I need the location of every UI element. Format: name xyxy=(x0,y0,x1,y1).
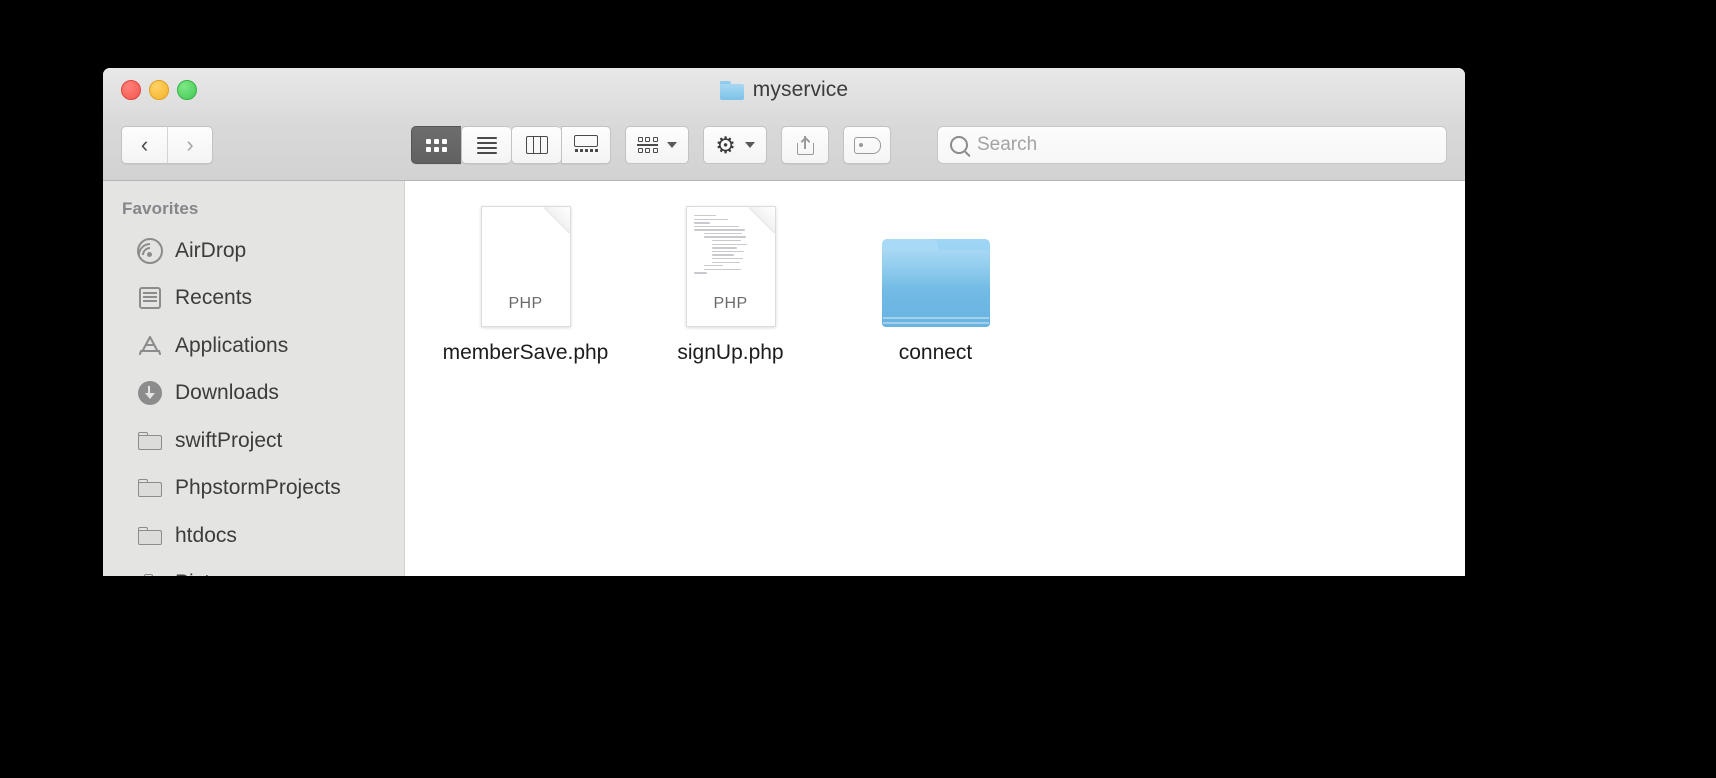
sidebar-item-downloads[interactable]: Downloads xyxy=(103,370,404,418)
sidebar-item-recents[interactable]: Recents xyxy=(103,275,404,323)
sidebar-item-pictures[interactable]: Pictures xyxy=(103,560,404,576)
share-button[interactable] xyxy=(781,126,829,164)
sidebar-item-label: htdocs xyxy=(175,523,237,547)
folder-icon xyxy=(137,475,163,501)
icon-view-button[interactable] xyxy=(411,126,461,164)
search-placeholder: Search xyxy=(977,134,1038,155)
list-view-button[interactable] xyxy=(461,126,511,164)
sidebar-item-swiftproject[interactable]: swiftProject xyxy=(103,417,404,465)
sidebar-item-label: Recents xyxy=(175,286,253,310)
columns-icon xyxy=(525,136,548,154)
back-button[interactable]: ‹ xyxy=(121,126,167,164)
navigation-buttons: ‹ › xyxy=(121,126,213,164)
gallery-view-button[interactable] xyxy=(561,126,611,164)
folder-item[interactable]: connect xyxy=(833,199,1038,365)
window-title-area: myservice xyxy=(103,78,1465,102)
search-icon xyxy=(950,136,968,154)
sidebar-item-applications[interactable]: Applications xyxy=(103,322,404,370)
gallery-icon xyxy=(574,135,598,155)
forward-button[interactable]: › xyxy=(167,126,213,164)
sidebar: Favorites AirDrop Recents Applications D… xyxy=(103,181,405,576)
folder-icon xyxy=(137,428,163,454)
sidebar-item-label: PhpstormProjects xyxy=(175,476,341,500)
file-icon-slot: PHP xyxy=(685,199,776,327)
toolbar: ‹ › ⚙ Search xyxy=(103,116,1465,174)
window-title: myservice xyxy=(752,78,849,101)
downloads-icon xyxy=(137,380,163,406)
sidebar-item-phpstormprojects[interactable]: PhpstormProjects xyxy=(103,465,404,513)
folder-icon xyxy=(881,239,990,327)
sidebar-item-airdrop[interactable]: AirDrop xyxy=(103,227,404,275)
icon-grid: PHP memberSave.php PHP signUp.php connec… xyxy=(405,199,1465,365)
share-icon xyxy=(796,135,814,155)
pictures-camera-icon xyxy=(137,570,163,576)
tag-icon xyxy=(853,136,881,154)
php-document-icon: PHP xyxy=(480,206,571,327)
traffic-lights xyxy=(121,80,197,100)
file-icon-slot: PHP xyxy=(480,199,571,327)
folder-icon xyxy=(137,523,163,549)
view-mode-buttons xyxy=(411,126,611,164)
grid-icon xyxy=(426,138,447,152)
tag-button[interactable] xyxy=(843,126,891,164)
file-name-label: signUp.php xyxy=(677,341,784,364)
action-button[interactable]: ⚙ xyxy=(703,126,767,164)
search-field[interactable]: Search xyxy=(937,126,1447,164)
file-kind-label: PHP xyxy=(713,295,748,312)
recents-icon xyxy=(137,285,163,311)
sidebar-item-label: AirDrop xyxy=(175,238,247,262)
file-browser-content[interactable]: PHP memberSave.php PHP signUp.php connec… xyxy=(405,181,1465,576)
arrange-grid-icon xyxy=(637,137,658,153)
folder-icon xyxy=(719,80,744,100)
file-item[interactable]: PHP signUp.php xyxy=(628,199,833,365)
arrange-button[interactable] xyxy=(625,126,689,164)
chevron-left-icon: ‹ xyxy=(140,132,149,157)
finder-window: myservice ‹ › ⚙ Search Favorites AirDrop… xyxy=(103,68,1465,576)
window-titlebar: myservice ‹ › ⚙ Search xyxy=(103,68,1465,181)
airdrop-icon xyxy=(133,237,167,272)
file-item[interactable]: PHP memberSave.php xyxy=(423,199,628,365)
applications-icon xyxy=(137,333,163,359)
sidebar-item-label: Downloads xyxy=(175,381,279,405)
php-document-icon: PHP xyxy=(685,206,776,327)
close-button[interactable] xyxy=(121,80,141,100)
list-icon xyxy=(476,136,497,154)
minimize-button[interactable] xyxy=(149,80,169,100)
column-view-button[interactable] xyxy=(511,126,561,164)
chevron-down-icon xyxy=(667,142,677,148)
file-name-label: memberSave.php xyxy=(442,341,609,364)
sidebar-item-label: Applications xyxy=(175,333,289,357)
chevron-right-icon: › xyxy=(186,132,194,157)
gear-icon: ⚙ xyxy=(715,131,736,158)
sidebar-item-htdocs[interactable]: htdocs xyxy=(103,512,404,560)
folder-name-label: connect xyxy=(898,341,973,364)
sidebar-group-favorites: Favorites xyxy=(122,199,199,218)
file-kind-label: PHP xyxy=(508,295,543,312)
sidebar-item-label: Pictures xyxy=(175,571,251,576)
window-body: Favorites AirDrop Recents Applications D… xyxy=(103,181,1465,576)
sidebar-item-label: swiftProject xyxy=(175,428,283,452)
zoom-button[interactable] xyxy=(177,80,197,100)
chevron-down-icon xyxy=(745,142,755,148)
folder-icon-slot xyxy=(881,199,990,327)
